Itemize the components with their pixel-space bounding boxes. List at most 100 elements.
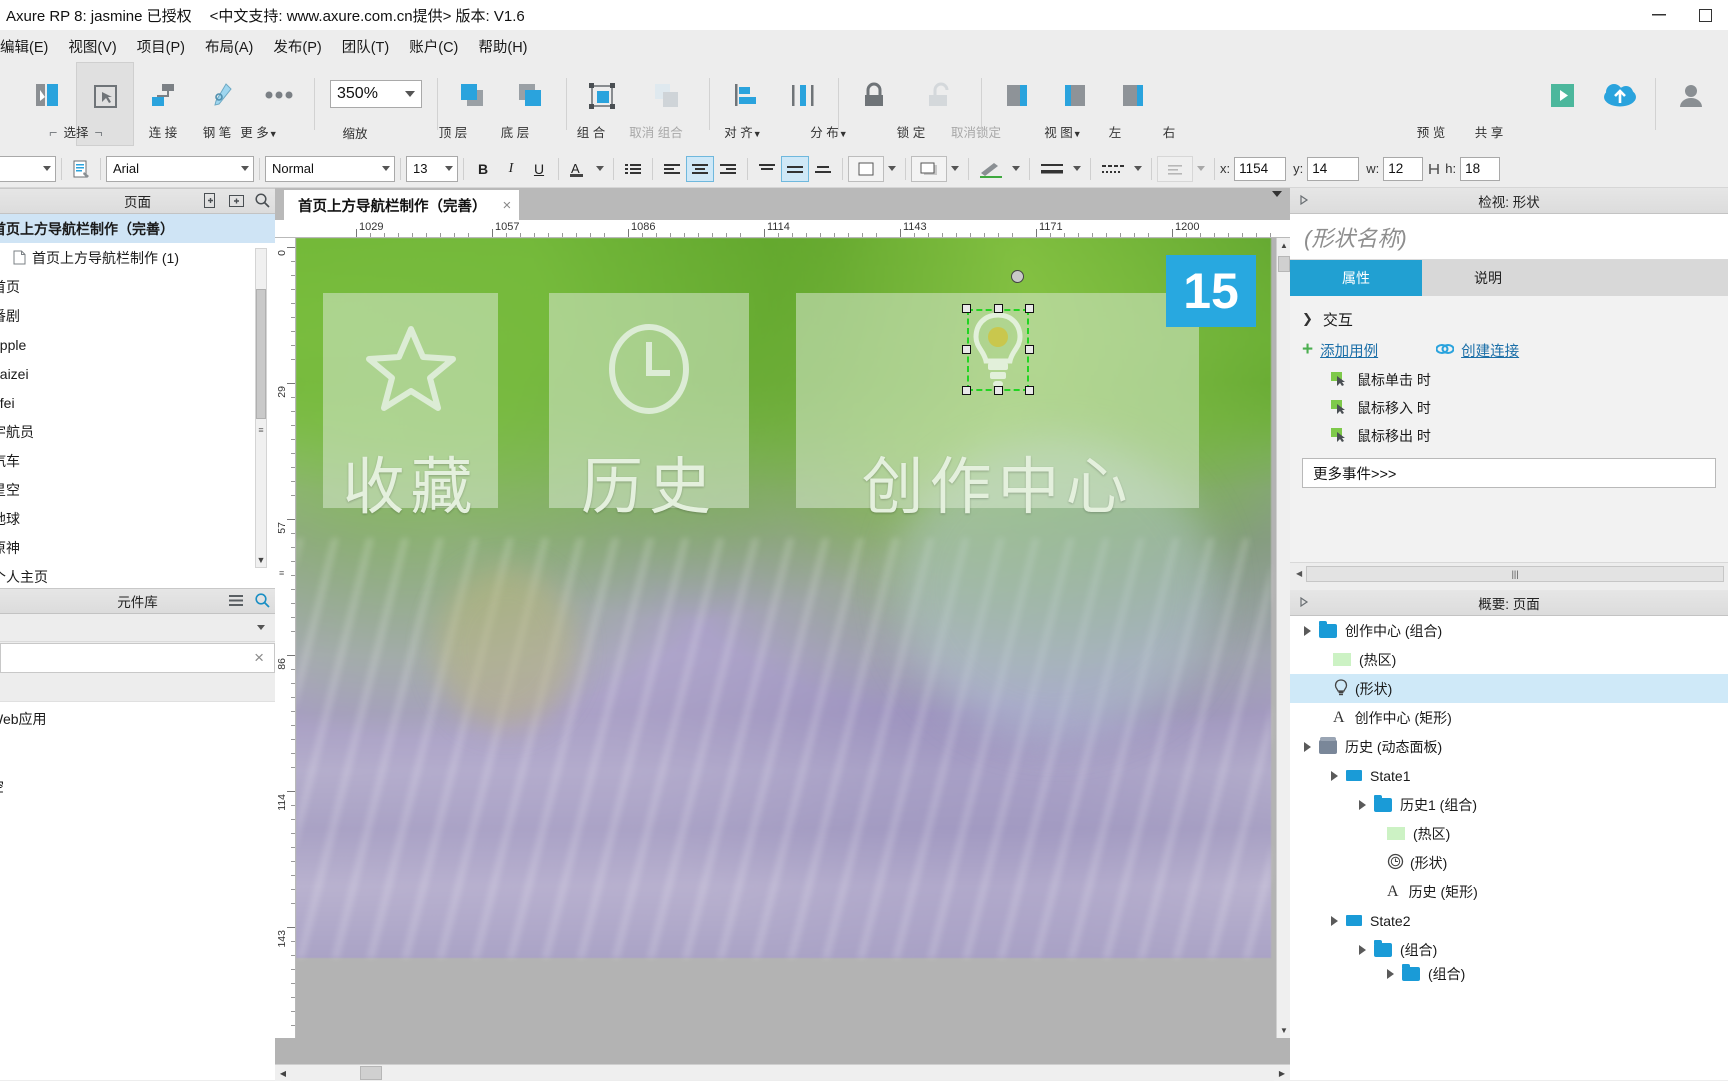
page-item-12[interactable]: 个人主页 — [0, 562, 275, 588]
outline-row-7[interactable]: (热区) — [1290, 819, 1728, 848]
event-row-click[interactable]: 鼠标单击 时 — [1290, 366, 1728, 394]
line-color-dropdown[interactable] — [1008, 156, 1024, 182]
x-input[interactable]: 1154 — [1234, 156, 1287, 181]
expand-arrow-icon[interactable] — [1387, 969, 1394, 979]
canvas-horizontal-scrollbar[interactable]: ◀ ▶ — [275, 1064, 1290, 1081]
outline-row-0[interactable]: 创作中心 (组合) — [1290, 616, 1728, 645]
close-icon[interactable]: × — [503, 197, 512, 214]
expand-arrow-icon[interactable] — [1304, 625, 1311, 636]
pages-scrollbar-thumb[interactable] — [256, 289, 266, 419]
outline-row-2[interactable]: (形状) — [1290, 674, 1728, 703]
more-tools[interactable] — [250, 62, 308, 146]
scroll-left-arrow-icon[interactable]: ◀ — [275, 1065, 291, 1081]
expand-arrow-icon[interactable] — [1331, 915, 1338, 926]
left-pane-button[interactable] — [1046, 62, 1104, 146]
scroll-right-arrow-icon[interactable]: ▶ — [1274, 1065, 1290, 1081]
page-item-4[interactable]: apple — [0, 330, 275, 359]
align-middle-button[interactable] — [781, 155, 809, 182]
maximize-icon[interactable] — [1682, 0, 1728, 30]
preview-button[interactable] — [1533, 62, 1591, 146]
resize-handle-s[interactable] — [994, 386, 1003, 395]
style-select[interactable] — [0, 155, 56, 182]
menu-item-layout[interactable]: 布局(A) — [195, 33, 263, 60]
search-icon[interactable] — [254, 192, 271, 212]
clear-icon[interactable]: × — [254, 648, 264, 668]
add-folder-icon[interactable] — [228, 192, 245, 212]
more-events-button[interactable]: 更多事件>>> — [1302, 458, 1716, 488]
chevron-down-icon[interactable] — [1197, 166, 1205, 171]
expand-arrow-icon[interactable] — [1304, 741, 1311, 752]
nav-tile-favorites[interactable]: 收藏 — [323, 293, 498, 523]
outline-row-5[interactable]: State1 — [1290, 761, 1728, 790]
w-input[interactable]: 12 — [1383, 156, 1424, 181]
page-item-8[interactable]: 汽车 — [0, 446, 275, 475]
pen-tool[interactable] — [192, 62, 250, 146]
library-item-1[interactable] — [0, 736, 275, 770]
font-family-select[interactable]: Arial — [106, 155, 254, 182]
expand-arrow-icon[interactable] — [1359, 799, 1366, 810]
outline-row-4[interactable]: 历史 (动态面板) — [1290, 732, 1728, 761]
line-style-dropdown[interactable] — [1130, 156, 1146, 182]
expand-arrow-icon[interactable] — [1359, 944, 1366, 955]
resize-handle-ne[interactable] — [1025, 304, 1034, 313]
chevron-down-icon[interactable] — [1134, 166, 1142, 171]
link-icon[interactable] — [1435, 343, 1455, 358]
page-item-10[interactable]: 地球 — [0, 504, 275, 533]
page-item-2[interactable]: 首页 — [0, 272, 275, 301]
bring-to-front-button[interactable] — [444, 62, 502, 146]
event-row-mouseenter[interactable]: 鼠标移入 时 — [1290, 394, 1728, 422]
line-color-button[interactable] — [974, 156, 1008, 182]
interaction-section-header[interactable]: ❯ 交互 — [1290, 304, 1728, 334]
tab-notes[interactable]: 说明 — [1422, 260, 1554, 296]
align-left-button[interactable] — [658, 156, 686, 182]
menu-item-account[interactable]: 账户(C) — [399, 33, 468, 60]
design-viewport[interactable]: 收藏 历史 创作中心 15 — [296, 238, 1276, 1038]
ungroup-button[interactable] — [631, 62, 703, 146]
font-weight-select[interactable]: Normal — [265, 155, 395, 182]
outline-row-11[interactable]: (组合) — [1290, 935, 1728, 964]
bullet-list-button[interactable] — [619, 156, 647, 182]
zoom-control[interactable]: 350% — [321, 62, 431, 108]
pages-tree[interactable]: 首页上方导航栏制作（完善） 首页上方导航栏制作 (1) 首页 番剧 apple … — [0, 214, 275, 588]
share-button[interactable] — [1591, 62, 1649, 146]
library-select[interactable] — [0, 614, 275, 642]
collapse-arrow-icon[interactable] — [1298, 193, 1312, 210]
distribute-button[interactable] — [774, 62, 832, 146]
chevron-down-icon[interactable] — [405, 91, 415, 97]
chevron-down-icon[interactable] — [596, 166, 604, 171]
page-item-11[interactable]: 原神 — [0, 533, 275, 562]
group-button[interactable] — [573, 62, 631, 146]
expand-arrow-icon[interactable] — [1331, 770, 1338, 781]
menu-item-team[interactable]: 团队(T) — [332, 33, 400, 60]
fill-color-button[interactable] — [848, 155, 884, 182]
resize-handle-nw[interactable] — [962, 304, 971, 313]
scroll-left-arrow-icon[interactable]: ◀ — [1296, 569, 1302, 578]
create-link-link[interactable]: 创建连接 — [1461, 340, 1519, 361]
lock-aspect-icon[interactable] — [1423, 156, 1445, 182]
search-icon[interactable] — [254, 592, 271, 612]
shadow-button[interactable] — [911, 155, 947, 182]
resize-handle-e[interactable] — [1025, 345, 1034, 354]
page-item-3[interactable]: 番剧 — [0, 301, 275, 330]
minimize-icon[interactable] — [1636, 0, 1682, 30]
font-color-button[interactable]: A — [564, 156, 592, 182]
library-group-row[interactable] — [0, 674, 275, 702]
selection-box[interactable] — [967, 309, 1029, 391]
outline-row-8[interactable]: (形状) — [1290, 848, 1728, 877]
scroll-down-arrow-icon[interactable]: ▼ — [1277, 1023, 1291, 1038]
resize-handle-sw[interactable] — [962, 386, 971, 395]
collapse-arrow-icon[interactable] — [1298, 595, 1312, 612]
width-field[interactable]: w: 12 — [1366, 156, 1424, 181]
nav-tile-history[interactable]: 历史 — [549, 293, 749, 523]
chevron-down-icon[interactable] — [1073, 166, 1081, 171]
canvas-vscroll-thumb[interactable] — [1278, 256, 1290, 272]
chevron-down-icon[interactable] — [445, 166, 453, 171]
page-item-5[interactable]: haizei — [0, 359, 275, 388]
bold-button[interactable]: B — [469, 156, 497, 182]
outline-row-12[interactable]: (组合) — [1290, 964, 1728, 984]
chevron-down-icon[interactable] — [382, 166, 390, 171]
chevron-down-icon[interactable]: ❯ — [1302, 311, 1313, 327]
menu-item-publish[interactable]: 发布(P) — [263, 33, 331, 60]
resize-handle-w[interactable] — [962, 345, 971, 354]
select-tool-left[interactable] — [18, 62, 76, 146]
